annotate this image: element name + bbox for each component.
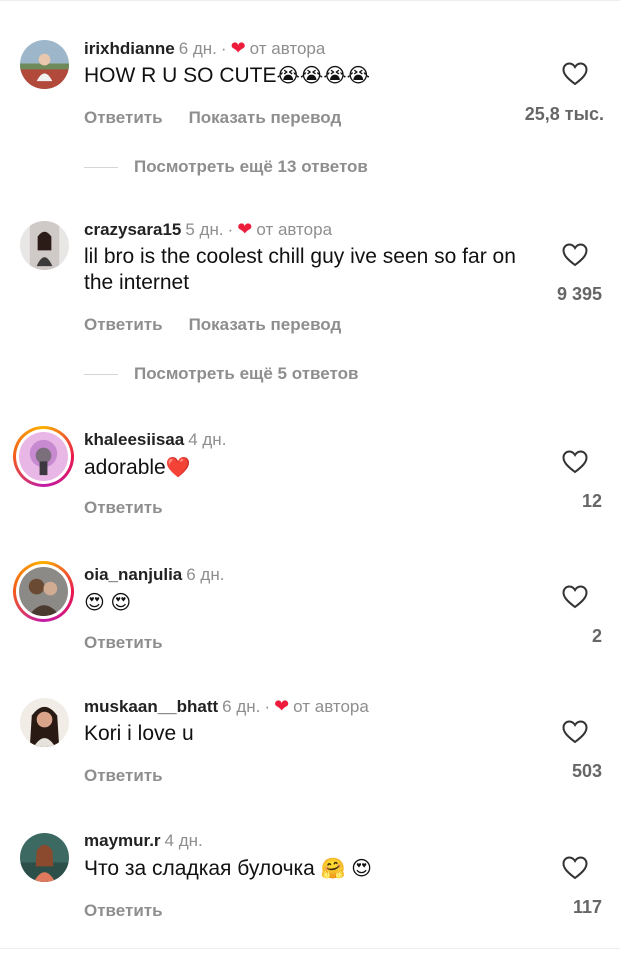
username[interactable]: irixhdianne — [84, 39, 175, 58]
top-divider — [0, 0, 620, 1]
comment-actions: Ответить — [84, 498, 189, 518]
comment-text: Kori i love u — [84, 722, 194, 745]
like-heart-icon[interactable] — [562, 856, 588, 880]
reply-button[interactable]: Ответить — [84, 498, 163, 517]
avatar[interactable] — [20, 40, 69, 89]
comment-actions: Ответить — [84, 766, 189, 786]
like-heart-icon[interactable] — [562, 62, 588, 86]
comment-actions: Ответить Показать перевод — [84, 108, 367, 128]
avatar-story-ring[interactable] — [13, 561, 74, 622]
comment-meta: crazysara15 5 дн. · ❤ от автора — [84, 219, 332, 240]
comment-actions: Ответить — [84, 901, 189, 921]
like-heart-icon[interactable] — [562, 585, 588, 609]
avatar-story-ring[interactable] — [13, 426, 74, 487]
comment-time: 6 дн. — [222, 697, 261, 716]
comment-text: HOW R U SO CUTE😭😭😭😭 — [84, 63, 534, 89]
avatar[interactable] — [20, 833, 69, 882]
comment-meta: oia_nanjulia 6 дн. — [84, 565, 224, 585]
like-count: 12 — [581, 491, 602, 511]
username[interactable]: oia_nanjulia — [84, 565, 182, 584]
comment-emoji: 😭😭😭😭 — [276, 65, 370, 87]
reply-button[interactable]: Ответить — [84, 766, 163, 785]
avatar-image — [19, 432, 68, 481]
view-more-replies-label: Посмотреть ещё 13 ответов — [134, 157, 368, 176]
comment-emoji: ❤️ — [165, 457, 191, 479]
comment-meta: maymur.r 4 дн. — [84, 831, 203, 851]
comment-emoji: 😍 😍 — [84, 592, 132, 614]
comment-text: Что за сладкая булочка 🤗 😍 — [84, 856, 534, 882]
comment-text: 😍 😍 — [84, 590, 534, 616]
like-count: 2 — [591, 626, 602, 646]
view-more-replies[interactable]: Посмотреть ещё 13 ответов — [84, 157, 584, 177]
comment-actions: Ответить — [84, 633, 189, 653]
avatar-image — [19, 567, 68, 616]
view-more-replies-label: Посмотреть ещё 5 ответов — [134, 364, 359, 383]
username[interactable]: muskaan__bhatt — [84, 697, 218, 716]
comment-text: adorable❤️ — [84, 455, 534, 481]
avatar-image — [20, 698, 69, 747]
like-heart-icon[interactable] — [562, 720, 588, 744]
username[interactable]: khaleesiisaa — [84, 430, 184, 449]
comment-time: 6 дн. — [186, 565, 225, 584]
author-liked-label: от автора — [256, 220, 333, 239]
like-count: 9 395 — [556, 284, 602, 304]
bottom-divider — [0, 948, 620, 949]
heart-filled-icon: ❤ — [274, 696, 290, 716]
separator-dot: · — [264, 697, 271, 716]
replies-line — [84, 167, 118, 169]
comment-time: 6 дн. — [178, 39, 217, 58]
like-heart-icon[interactable] — [562, 450, 588, 474]
comment-text-body: Что за сладкая булочка — [84, 857, 315, 880]
heart-filled-icon: ❤ — [230, 38, 246, 58]
avatar-image — [20, 40, 69, 89]
show-translation-button[interactable]: Показать перевод — [189, 108, 342, 127]
comment-meta: muskaan__bhatt 6 дн. · ❤ от автора — [84, 696, 369, 717]
like-count: 25,8 тыс. — [524, 104, 604, 124]
comment-text-body: HOW R U SO CUTE — [84, 64, 277, 87]
author-liked-label: от автора — [293, 697, 369, 716]
comment-text: lil bro is the coolest chill guy ive see… — [84, 245, 516, 294]
comment-time: 5 дн. — [185, 220, 224, 239]
reply-button[interactable]: Ответить — [84, 315, 163, 334]
comment-meta: irixhdianne 6 дн. · ❤ от автора — [84, 38, 325, 59]
author-liked-label: от автора — [249, 39, 326, 58]
separator-dot: · — [227, 220, 234, 239]
view-more-replies[interactable]: Посмотреть ещё 5 ответов — [84, 364, 584, 384]
separator-dot: · — [220, 39, 227, 58]
avatar[interactable] — [20, 221, 69, 270]
comment-time: 4 дн. — [188, 430, 227, 449]
username[interactable]: maymur.r — [84, 831, 161, 850]
show-translation-button[interactable]: Показать перевод — [189, 315, 342, 334]
reply-button[interactable]: Ответить — [84, 633, 163, 652]
reply-button[interactable]: Ответить — [84, 108, 163, 127]
like-count: 117 — [572, 897, 602, 917]
comment-emoji: 🤗 😍 — [320, 858, 372, 880]
avatar[interactable] — [20, 698, 69, 747]
avatar-image — [20, 833, 69, 882]
heart-filled-icon: ❤ — [237, 219, 253, 239]
avatar-image — [20, 221, 69, 270]
comment-actions: Ответить Показать перевод — [84, 315, 367, 335]
like-heart-icon[interactable] — [562, 243, 588, 267]
replies-line — [84, 374, 118, 376]
comment-time: 4 дн. — [164, 831, 203, 850]
reply-button[interactable]: Ответить — [84, 901, 163, 920]
comment-meta: khaleesiisaa 4 дн. — [84, 430, 226, 450]
like-count: 503 — [571, 761, 602, 781]
username[interactable]: crazysara15 — [84, 220, 181, 239]
comment-text-body: adorable — [84, 456, 166, 479]
